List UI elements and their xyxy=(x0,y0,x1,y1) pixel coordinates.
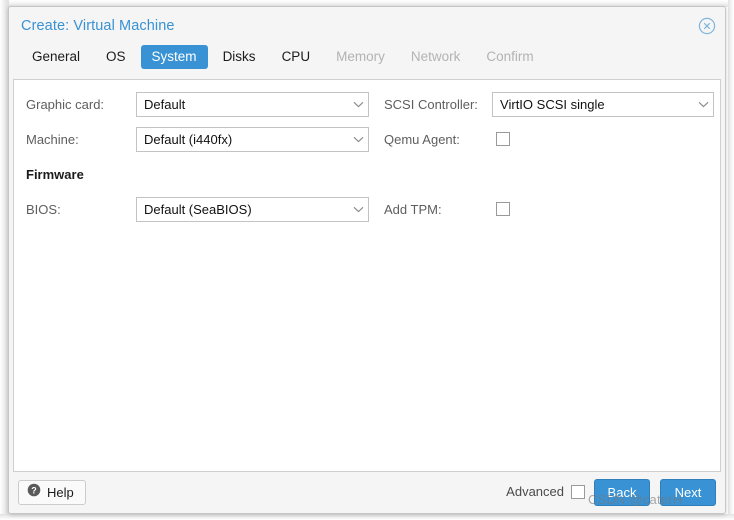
close-icon[interactable] xyxy=(698,17,716,35)
field-machine: Machine: Default (i440fx) xyxy=(26,125,371,153)
system-settings-panel: Graphic card: Default Machine: Default (… xyxy=(13,79,721,472)
backdrop-right-edge xyxy=(728,0,734,520)
machine-value: Default (i440fx) xyxy=(144,131,233,147)
add-tpm-checkbox[interactable] xyxy=(496,202,510,216)
tab-cpu[interactable]: CPU xyxy=(271,45,322,69)
backdrop-bottom-edge xyxy=(0,514,734,520)
chevron-down-icon xyxy=(348,92,368,117)
graphic-card-select[interactable]: Default xyxy=(136,91,369,117)
advanced-toggle: Advanced xyxy=(506,484,585,499)
scsi-controller-value: VirtIO SCSI single xyxy=(500,96,605,112)
advanced-checkbox[interactable] xyxy=(571,484,585,499)
firmware-section-header: Firmware xyxy=(26,166,84,182)
tab-system[interactable]: System xyxy=(140,45,208,69)
chevron-down-icon xyxy=(348,197,368,222)
help-button-label: Help xyxy=(47,485,74,500)
bios-select[interactable]: Default (SeaBIOS) xyxy=(136,196,369,222)
field-bios: BIOS: Default (SeaBIOS) xyxy=(26,195,371,223)
question-circle-icon: ? xyxy=(27,483,41,502)
back-button[interactable]: Back xyxy=(594,479,650,506)
tab-network: Network xyxy=(410,49,461,64)
tab-confirm: Confirm xyxy=(486,49,534,64)
right-column-spacer xyxy=(384,160,714,188)
add-tpm-label: Add TPM: xyxy=(384,201,442,217)
tab-general[interactable]: General xyxy=(21,45,91,69)
dialog-titlebar: Create: Virtual Machine xyxy=(9,7,725,45)
graphic-card-label: Graphic card: xyxy=(26,96,105,112)
next-button[interactable]: Next xyxy=(660,479,716,506)
machine-select[interactable]: Default (i440fx) xyxy=(136,126,369,152)
create-virtual-machine-dialog: Create: Virtual Machine General OS Syste… xyxy=(8,6,726,514)
chevron-down-icon xyxy=(348,127,368,152)
bios-value: Default (SeaBIOS) xyxy=(144,201,252,217)
wizard-tabbar: General OS System Disks CPU Memory Netwo… xyxy=(9,45,725,76)
scsi-controller-select[interactable]: VirtIO SCSI single xyxy=(492,91,714,117)
scsi-controller-label: SCSI Controller: xyxy=(384,96,478,112)
dialog-footer: ? Help Advanced Back Next xyxy=(9,472,725,513)
field-qemu-agent: Qemu Agent: xyxy=(384,125,714,153)
chevron-down-icon xyxy=(693,92,713,117)
bios-label: BIOS: xyxy=(26,201,61,217)
qemu-agent-label: Qemu Agent: xyxy=(384,131,460,147)
tab-disks[interactable]: Disks xyxy=(212,45,267,69)
svg-text:?: ? xyxy=(31,485,37,495)
help-button[interactable]: ? Help xyxy=(18,480,86,505)
tab-memory: Memory xyxy=(336,49,385,64)
field-scsi-controller: SCSI Controller: VirtIO SCSI single xyxy=(384,90,714,118)
advanced-label: Advanced xyxy=(506,484,564,499)
machine-label: Machine: xyxy=(26,131,79,147)
dialog-title: Create: Virtual Machine xyxy=(21,18,175,34)
firmware-section-row: Firmware xyxy=(26,160,371,188)
field-add-tpm: Add TPM: xyxy=(384,195,714,223)
form-column-left: Graphic card: Default Machine: Default (… xyxy=(26,90,371,230)
graphic-card-value: Default xyxy=(144,96,186,112)
qemu-agent-checkbox[interactable] xyxy=(496,132,510,146)
form-column-right: SCSI Controller: VirtIO SCSI single Qemu… xyxy=(384,90,714,230)
tab-os[interactable]: OS xyxy=(95,45,137,69)
field-graphic-card: Graphic card: Default xyxy=(26,90,371,118)
